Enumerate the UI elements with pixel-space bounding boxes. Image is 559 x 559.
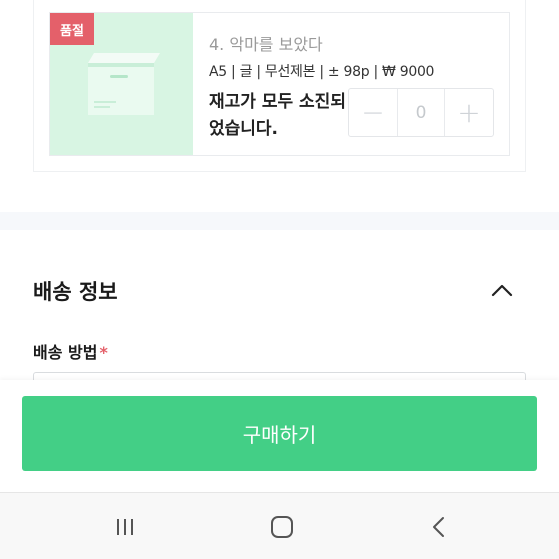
product-item: 품절 4. 악마를 보았다 A5 | 글 | 무선제본 | ± 98p | ₩ …: [49, 12, 510, 156]
soldout-badge: 품절: [50, 13, 94, 45]
shipping-section: 배송 정보 배송 방법 *: [0, 230, 559, 392]
product-box-icon: [88, 53, 160, 115]
chevron-up-icon[interactable]: [488, 278, 516, 302]
shipping-method-text: 배송 방법: [33, 343, 98, 362]
required-marker: *: [99, 343, 108, 362]
stock-message: 재고가 모두 소진되었습니다.: [209, 92, 346, 139]
shipping-title: 배송 정보: [33, 280, 118, 304]
system-navbar: [0, 492, 559, 559]
product-meta: A5 | 글 | 무선제본 | ± 98p | ₩ 9000: [209, 64, 435, 80]
buy-button[interactable]: 구매하기: [22, 396, 537, 471]
back-icon[interactable]: [424, 513, 454, 541]
product-section: 품절 4. 악마를 보았다 A5 | 글 | 무선제본 | ± 98p | ₩ …: [0, 0, 559, 212]
section-divider: [0, 212, 559, 230]
product-title: 4. 악마를 보았다: [209, 35, 323, 54]
quantity-value[interactable]: 0: [397, 89, 445, 136]
shipping-method-label: 배송 방법 *: [33, 339, 108, 363]
increment-button[interactable]: +: [445, 89, 493, 136]
home-icon[interactable]: [267, 513, 297, 541]
recent-apps-icon[interactable]: [110, 513, 140, 541]
product-thumbnail[interactable]: 품절: [50, 13, 193, 155]
quantity-stepper: − 0 +: [348, 88, 494, 137]
decrement-button[interactable]: −: [349, 89, 397, 136]
purchase-footer: 구매하기: [0, 380, 559, 492]
